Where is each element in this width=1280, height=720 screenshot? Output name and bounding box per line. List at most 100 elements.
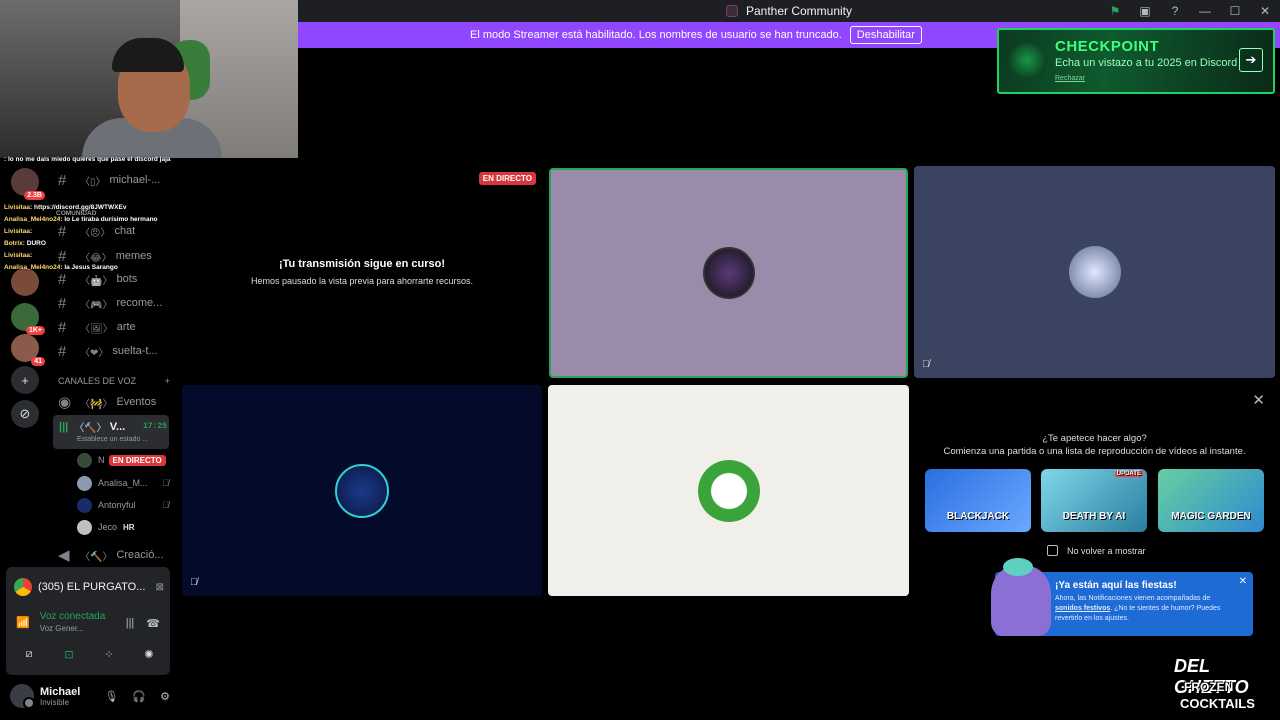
- help-icon[interactable]: ?: [1160, 0, 1190, 22]
- sponsor-watermark-logo: DEL GHETTO FROZEN COCKTAILS: [1174, 656, 1255, 711]
- signal-icon: 📶: [16, 616, 30, 629]
- channel-arte[interactable]: # 〈🖼〉 arte: [58, 316, 170, 338]
- gear-icon[interactable]: ⚙: [160, 690, 170, 703]
- my-stream-tile[interactable]: EN DIRECTO ¡Tu transmisión sigue en curs…: [182, 168, 542, 378]
- channel-emoji-icon: 〈😂〉: [80, 252, 112, 264]
- channel-recomendaciones[interactable]: # 〈🎮〉 recome...: [58, 292, 170, 314]
- holiday-notification-toast[interactable]: ¡Ya están aquí las fiestas! Ahora, las N…: [991, 558, 1253, 636]
- inbox-icon[interactable]: ▣: [1130, 0, 1160, 22]
- checkpoint-dismiss-link[interactable]: Rechazar: [1055, 75, 1263, 82]
- channel-emoji-icon: 〈🔨〉: [80, 551, 113, 563]
- flag-icon[interactable]: ⚑: [1100, 0, 1130, 22]
- avatar: [77, 497, 92, 513]
- channel-emoji-icon: 〈😠〉: [80, 227, 111, 239]
- channel-emoji-icon: 〈🎮〉: [80, 299, 113, 311]
- close-icon[interactable]: ✕: [1250, 0, 1280, 22]
- participant-tile[interactable]: [548, 385, 909, 596]
- avatar: [1068, 246, 1121, 298]
- hash-icon: #: [58, 171, 67, 189]
- call-timer: 17:25: [142, 422, 167, 431]
- minimize-icon[interactable]: —: [1190, 0, 1220, 22]
- server-icon: [725, 5, 738, 17]
- chat-line: Livisitaa:: [4, 252, 33, 259]
- user-panel: Michael Invisible 🎙 🎧 ⚙: [10, 678, 170, 714]
- toast-body: Ahora, las Notificaciones vienen acompañ…: [1055, 595, 1221, 622]
- game-card-death-by-ai[interactable]: UPDATE DEATH BY AI: [1041, 469, 1147, 532]
- server-icon[interactable]: [11, 268, 39, 296]
- activities-icon[interactable]: ⁘: [94, 643, 124, 665]
- game-card-magic-garden[interactable]: MAGIC GARDEN: [1158, 469, 1264, 532]
- banner-message: El modo Streamer está habilitado. Los no…: [470, 29, 842, 41]
- hash-icon: #: [58, 247, 67, 265]
- hash-icon: #: [58, 270, 67, 288]
- voice-user[interactable]: Analisa_M... 🎙̸: [77, 474, 169, 492]
- voice-category-header[interactable]: CANALES DE VOZ +: [58, 376, 170, 386]
- festive-sounds-link[interactable]: sonidos festivos: [1055, 605, 1110, 612]
- channel-bots[interactable]: # 〈🤖〉 bots: [58, 268, 170, 290]
- stream-paused-title: ¡Tu transmisión sigue en curso!: [278, 258, 446, 270]
- checkpoint-card[interactable]: CHECKPOINT Echa un vistazo a tu 2025 en …: [997, 28, 1275, 94]
- server-icon[interactable]: 1K+: [11, 303, 45, 335]
- avatar: [335, 463, 389, 518]
- title-bar: Panther Community ⚑ ▣ ? — ☐ ✕: [298, 0, 1280, 22]
- server-icon[interactable]: 41: [11, 334, 45, 366]
- checkbox-icon[interactable]: [1047, 545, 1058, 556]
- avatar: [77, 452, 92, 468]
- maximize-icon[interactable]: ☐: [1220, 0, 1250, 22]
- game-card-blackjack[interactable]: BLACKJACK: [925, 469, 1031, 532]
- camera-off-icon[interactable]: ⧄: [14, 643, 44, 665]
- arrow-right-icon[interactable]: ➔: [1239, 48, 1263, 72]
- channel-memes[interactable]: # 〈😂〉 memes: [58, 245, 170, 267]
- mic-muted-icon: 🎙̸: [162, 500, 169, 510]
- activity-question: ¿Te apetece hacer algo?: [1042, 433, 1147, 444]
- voice-server-row[interactable]: (305) EL PURGATO... ⊠: [14, 575, 164, 599]
- voice-user[interactable]: N EN DIRECTO: [77, 451, 169, 469]
- noise-suppression-icon[interactable]: |||: [126, 617, 135, 630]
- activity-description: Comienza una partida o una lista de repr…: [943, 446, 1246, 457]
- checkpoint-title: CHECKPOINT: [1055, 38, 1160, 55]
- speaker-icon: ◀: [58, 547, 70, 564]
- voice-user[interactable]: Jeco HR: [77, 518, 169, 536]
- webcam-overlay: [0, 0, 298, 158]
- toast-title: ¡Ya están aquí las fiestas!: [1055, 580, 1177, 591]
- browser-icon: [14, 578, 32, 596]
- user-tag: HR: [123, 522, 135, 532]
- voice-bars-icon: |||: [59, 420, 69, 433]
- headphones-icon[interactable]: 🎧: [132, 690, 146, 703]
- checkpoint-logo-icon: [1007, 40, 1047, 80]
- chat-line: Botrix: DURO: [4, 240, 46, 247]
- voice-user[interactable]: Antonyful 🎙̸: [77, 496, 169, 514]
- screen-share-icon[interactable]: ⊡: [54, 643, 84, 665]
- voice-connected-status[interactable]: 📶 Voz conectada Voz Gener...: [16, 611, 105, 633]
- popout-icon[interactable]: ⊠: [156, 582, 164, 593]
- microphone-icon[interactable]: 🎙: [104, 690, 118, 703]
- channel-creacion[interactable]: ◀ 〈🔨〉 Creació...: [58, 544, 170, 566]
- channel-suelta[interactable]: # 〈❤〉 suelta-t...: [58, 340, 170, 362]
- channel-emoji-icon: 〈🚧〉: [80, 398, 113, 410]
- live-badge: EN DIRECTO: [108, 454, 166, 466]
- channel-emoji-icon: 〈🖼〉: [80, 323, 113, 335]
- active-voice-channel[interactable]: ||| 〈🔨〉 V... 17:25 Establece un estado ...: [53, 415, 169, 449]
- participant-tile[interactable]: [549, 168, 908, 378]
- channel-michael[interactable]: # 〈▯〉 michael-...: [58, 169, 170, 191]
- hash-icon: #: [58, 294, 67, 312]
- channel-chat[interactable]: # 〈😠〉 chat: [58, 220, 170, 242]
- participant-tile[interactable]: 🎙̸: [182, 385, 542, 596]
- set-status-hint[interactable]: Establece un estado ...: [77, 436, 148, 443]
- add-channel-icon[interactable]: +: [165, 376, 170, 386]
- disconnect-icon[interactable]: ☎: [146, 617, 160, 630]
- participant-tile[interactable]: 🎙̸: [914, 166, 1275, 378]
- activities-suggestion: ✕ ¿Te apetece hacer algo? Comienza una p…: [914, 385, 1275, 596]
- discover-icon[interactable]: ⊘: [11, 400, 39, 428]
- dont-show-again-checkbox[interactable]: No volver a mostrar: [1047, 545, 1146, 556]
- close-icon[interactable]: ✕: [1252, 391, 1265, 409]
- avatar: [77, 519, 92, 535]
- add-server-icon[interactable]: +: [11, 366, 39, 394]
- channel-eventos[interactable]: ◉ 〈🚧〉 Eventos: [58, 391, 170, 413]
- soundboard-icon[interactable]: ✺: [134, 643, 164, 665]
- close-icon[interactable]: ✕: [1239, 576, 1247, 587]
- disable-streamer-button[interactable]: Deshabilitar: [849, 26, 922, 44]
- avatar[interactable]: [10, 684, 35, 709]
- channel-emoji-icon: 〈❤〉: [80, 347, 109, 359]
- stream-paused-subtitle: Hemos pausado la vista previa para ahorr…: [250, 276, 474, 286]
